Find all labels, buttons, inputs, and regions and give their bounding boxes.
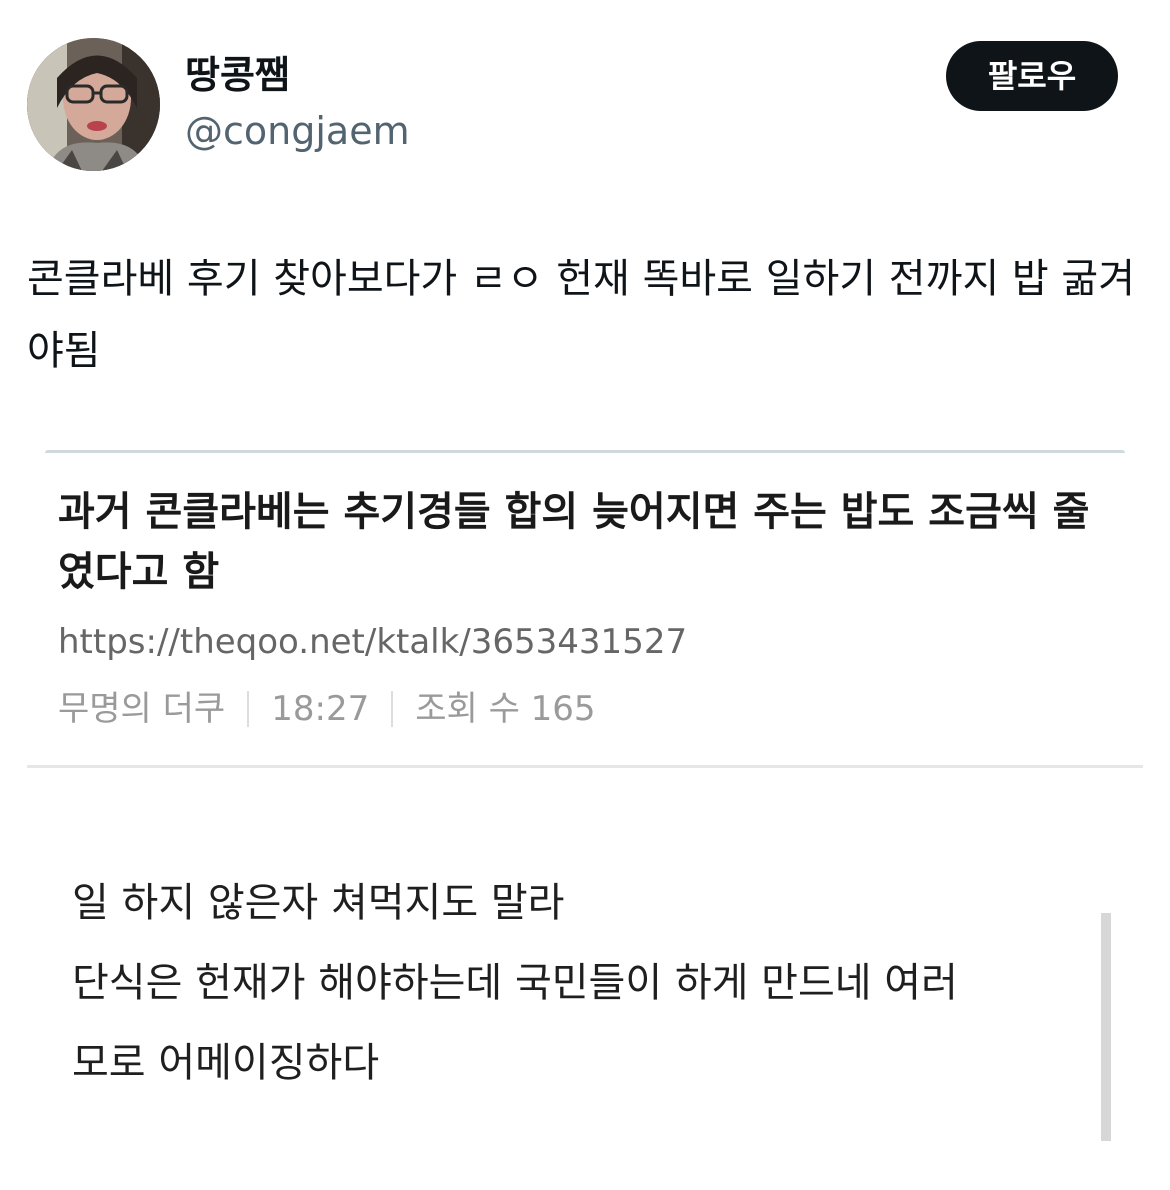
post-url: https://theqoo.net/ktalk/3653431527 xyxy=(58,622,688,662)
tweet-screenshot: 땅콩쨈 @congjaem 팔로우 콘클라베 후기 찾아보다가 ㄹㅇ 헌재 똑바… xyxy=(0,0,1170,1190)
meta-divider xyxy=(247,691,250,727)
scrollbar[interactable] xyxy=(1101,913,1111,1141)
post-body: 일 하지 않은자 쳐먹지도 말라 단식은 헌재가 해야하는데 국민들이 하게 만… xyxy=(72,863,1112,1103)
user-handle[interactable]: @congjaem xyxy=(185,106,410,156)
post-meta: 무명의 더쿠 18:27 조회 수 165 xyxy=(58,684,596,734)
meta-divider xyxy=(391,691,394,727)
follow-button[interactable]: 팔로우 xyxy=(946,41,1118,111)
post-author: 무명의 더쿠 xyxy=(58,689,226,729)
post-body-line: 일 하지 않은자 쳐먹지도 말라 xyxy=(72,880,565,926)
post-divider xyxy=(27,765,1143,768)
embedded-image-top-edge xyxy=(45,450,1125,453)
post-body-line: 단식은 헌재가 해야하는데 국민들이 하게 만드네 여러 xyxy=(72,960,958,1006)
tweet-text: 콘클라베 후기 찾아보다가 ㄹㅇ 헌재 똑바로 일하기 전까지 밥 굶겨야됨 xyxy=(27,256,1136,374)
post-body-line: 모로 어메이징하다 xyxy=(72,1040,380,1086)
avatar-photo xyxy=(27,38,160,171)
display-name[interactable]: 땅콩쨈 xyxy=(185,50,290,100)
post-views: 조회 수 165 xyxy=(415,689,596,729)
post-time: 18:27 xyxy=(271,689,370,729)
avatar[interactable] xyxy=(27,38,160,171)
post-title: 과거 콘클라베는 추기경들 합의 늦어지면 주는 밥도 조금씩 줄였다고 함 xyxy=(58,489,1090,595)
